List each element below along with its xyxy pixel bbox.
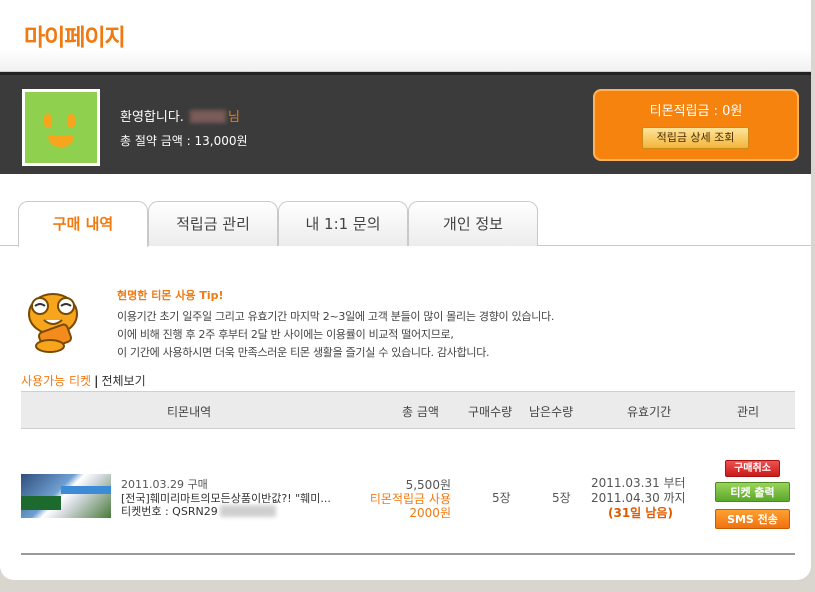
table-bottom-divider [21, 553, 795, 555]
total-savings: 총 절약 금액 : 13,000원 [120, 134, 248, 148]
section-separator: | [94, 374, 99, 388]
avatar-left-eye [44, 114, 52, 128]
mypage-tabs: 구매 내역 적립금 관리 내 1:1 문의 개인 정보 [0, 201, 811, 247]
mypage-container: 마이페이지 환영합니다. 님 총 절약 금액 : 13,000원 티몬적립금 : … [0, 0, 811, 580]
tab-inquiry[interactable]: 내 1:1 문의 [278, 201, 408, 246]
blurred-ticket-code [219, 505, 276, 517]
avatar-mouth [48, 136, 74, 147]
tab-personal-info[interactable]: 개인 정보 [408, 201, 538, 246]
points-detail-button[interactable]: 적립금 상세 조회 [642, 127, 749, 149]
col-period: 유효기간 [627, 405, 672, 419]
points-used-amount: 2000원 [409, 506, 451, 520]
view-all-link[interactable]: 전체보기 [101, 374, 145, 388]
col-manage: 관리 [737, 405, 760, 419]
thumbnail-roof [61, 486, 111, 494]
profile-bar: 환영합니다. 님 총 절약 금액 : 13,000원 티몬적립금 : 0원 적립금… [0, 72, 811, 174]
purchase-qty: 5장 [492, 491, 511, 505]
blurred-username [189, 110, 226, 123]
ticket-number: 티켓번호 : QSRN29 [121, 503, 276, 519]
available-tickets-label: 사용가능 티켓 [21, 374, 92, 388]
welcome-message: 환영합니다. 님 [120, 106, 240, 125]
ticket-number-text: 티켓번호 : QSRN29 [121, 505, 218, 518]
col-remaining: 남은수량 [529, 405, 574, 419]
tip-line-2: 이에 비해 진행 후 2주 후부터 2달 반 사이에는 이용률이 비교적 떨어지… [117, 328, 454, 341]
points-balance: 티몬적립금 : 0원 [649, 104, 743, 119]
tip-title: 현명한 티몬 사용 Tip! [117, 289, 224, 302]
sms-send-button[interactable]: SMS 전송 [715, 509, 790, 529]
smiley-avatar-icon [25, 92, 97, 163]
tab-points-management[interactable]: 적립금 관리 [148, 201, 278, 246]
points-box: 티몬적립금 : 0원 적립금 상세 조회 [593, 89, 799, 161]
col-amount: 총 금액 [402, 405, 439, 419]
deal-thumbnail[interactable] [21, 474, 111, 518]
print-ticket-button[interactable]: 티켓 출력 [715, 482, 790, 502]
tab-purchase-history[interactable]: 구매 내역 [18, 201, 148, 247]
thumbnail-store [21, 496, 61, 510]
tip-line-1: 이용기간 초기 일주일 그리고 유효기간 마지막 2~3일에 고객 분들이 많이… [117, 310, 555, 323]
page-header: 마이페이지 [0, 0, 811, 72]
col-qty: 구매수량 [468, 405, 513, 419]
days-left: (31일 남음) [608, 506, 673, 520]
ticket-section-header: 사용가능 티켓 | 전체보기 [21, 372, 146, 389]
col-item: 티몬내역 [167, 405, 212, 419]
ticket-table-header: 티몬내역 총 금액 구매수량 남은수량 유효기간 관리 [21, 391, 795, 429]
welcome-text: 환영합니다. [120, 110, 184, 125]
cancel-purchase-button[interactable]: 구매취소 [725, 460, 780, 477]
avatar [22, 89, 100, 166]
avatar-right-eye [67, 114, 75, 128]
mascot-icon [28, 293, 78, 353]
page-title: 마이페이지 [24, 25, 126, 51]
name-suffix: 님 [227, 110, 240, 125]
tip-line-3: 이 기간에 사용하시면 더욱 만족스러운 티몬 생활을 즐기실 수 있습니다. … [117, 346, 490, 359]
remaining-qty: 5장 [552, 491, 571, 505]
